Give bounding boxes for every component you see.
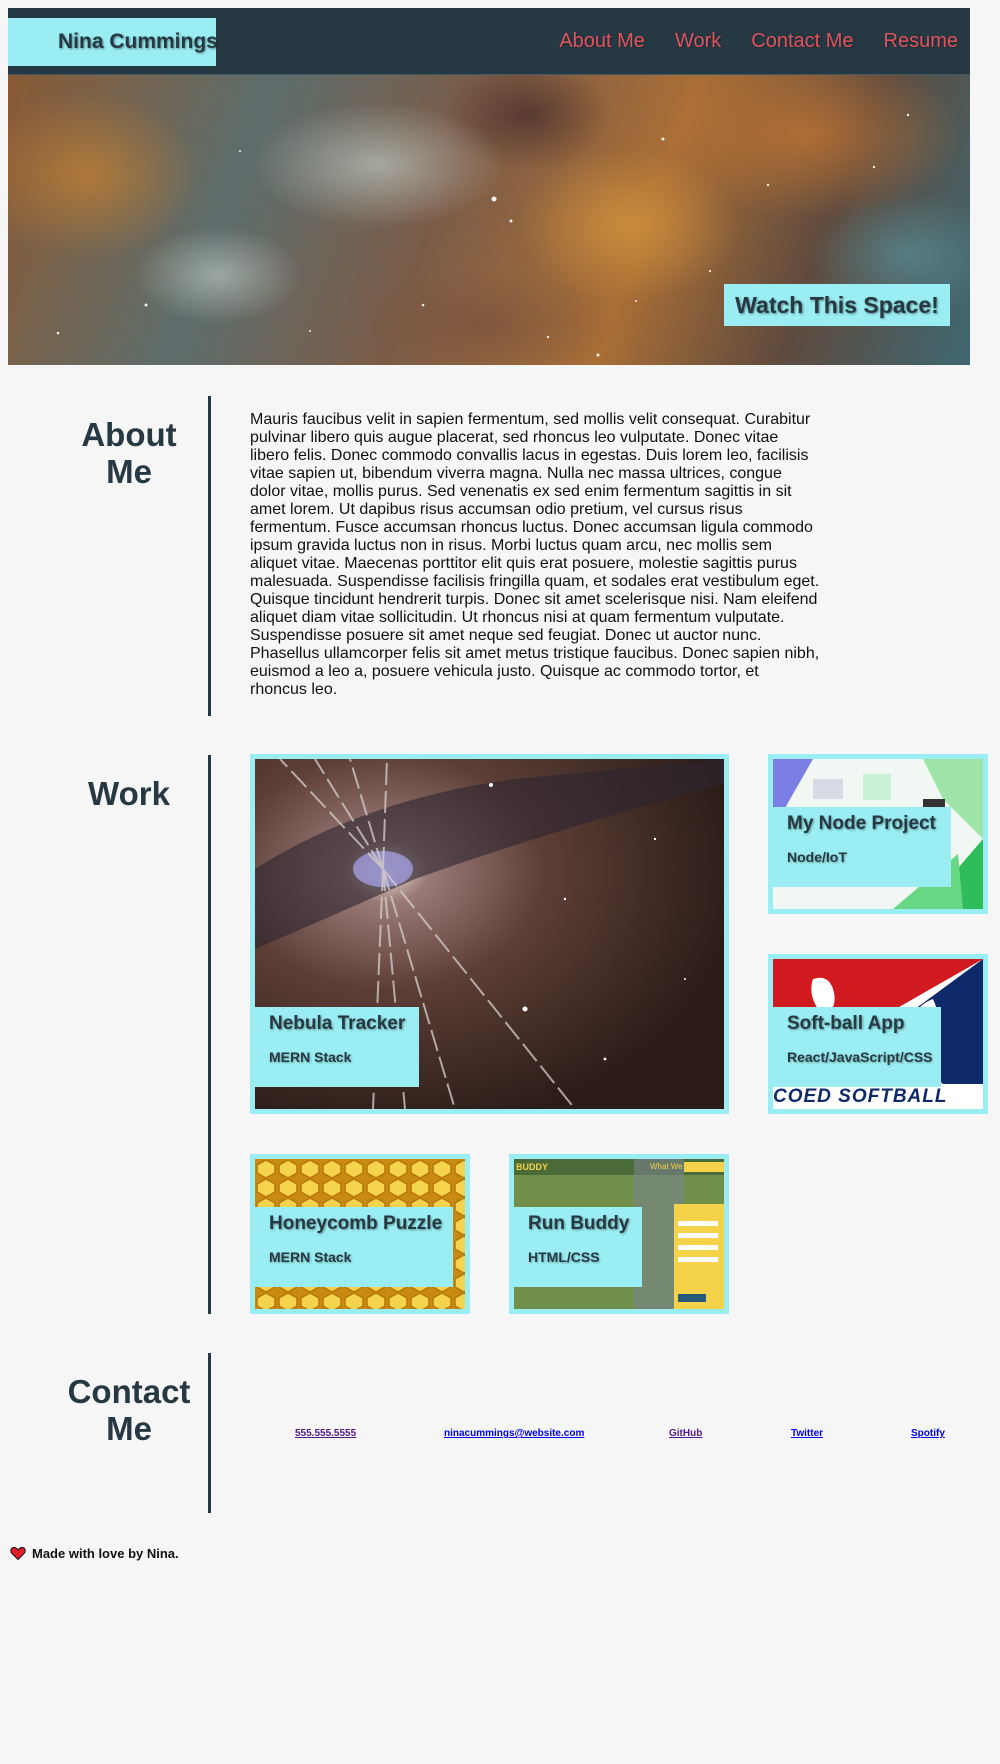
project-label: My Node Project Node/IoT [773, 807, 951, 887]
contact-divider [208, 1353, 211, 1513]
heart-icon [10, 1546, 26, 1561]
project-title: Run Buddy [528, 1213, 630, 1234]
project-title: Soft-ball App [787, 1013, 905, 1034]
project-label: Soft-ball App React/JavaScript/CSS [773, 1007, 941, 1087]
site-header: Nina Cummings About Me Work Contact Me R… [8, 8, 970, 75]
softball-banner-text: COED SOFTBALL [773, 1086, 948, 1107]
footer-text: Made with love by Nina. [32, 1545, 179, 1561]
project-title: My Node Project [787, 813, 936, 834]
contact-github-link[interactable]: GitHub [669, 1428, 702, 1439]
nav-link-resume[interactable]: Resume [884, 30, 958, 53]
project-card-honeycomb-puzzle[interactable]: Honeycomb Puzzle MERN Stack [250, 1154, 470, 1314]
project-stack: HTML/CSS [528, 1249, 600, 1265]
project-label: Run Buddy HTML/CSS [514, 1207, 642, 1287]
hero-caption: Watch This Space! [724, 284, 950, 326]
hero-banner: Watch This Space! [8, 75, 970, 365]
nav-link-about[interactable]: About Me [559, 30, 645, 53]
project-title: Nebula Tracker [269, 1013, 406, 1034]
run-buddy-nav: What We Do [650, 1162, 696, 1171]
project-stack: Node/IoT [787, 849, 847, 865]
project-label: Honeycomb Puzzle MERN Stack [255, 1207, 453, 1287]
project-card-softball-app[interactable]: COED SOFTBALL Soft-ball App React/JavaSc… [768, 954, 988, 1114]
run-buddy-brand: BUDDY [516, 1162, 549, 1172]
project-stack: MERN Stack [269, 1249, 352, 1265]
project-card-nebula-tracker[interactable]: Nebula Tracker MERN Stack [250, 754, 729, 1114]
project-stack: MERN Stack [269, 1049, 352, 1065]
project-label: Nebula Tracker MERN Stack [255, 1007, 419, 1087]
about-heading: About Me [81, 416, 177, 490]
contact-twitter-link[interactable]: Twitter [791, 1428, 823, 1439]
project-card-node-project[interactable]: My Node Project Node/IoT [768, 754, 988, 914]
main-nav: About Me Work Contact Me Resume [529, 8, 958, 75]
work-divider [208, 755, 211, 1314]
contact-spotify-link[interactable]: Spotify [911, 1428, 945, 1439]
nav-link-contact[interactable]: Contact Me [751, 30, 853, 53]
contact-heading: Contact Me [67, 1373, 191, 1447]
project-card-run-buddy[interactable]: BUDDY What We Do Run Buddy HTML/CSS [509, 1154, 729, 1314]
project-stack: React/JavaScript/CSS [787, 1049, 933, 1065]
contact-phone-link[interactable]: 555.555.5555 [295, 1428, 356, 1439]
nav-link-work[interactable]: Work [675, 30, 721, 53]
about-divider [208, 396, 211, 716]
contact-email-link[interactable]: ninacummings@website.com [444, 1428, 584, 1439]
project-title: Honeycomb Puzzle [269, 1213, 443, 1234]
site-footer: Made with love by Nina. [10, 1545, 179, 1561]
about-body: Mauris faucibus velit in sapien fermentu… [250, 411, 820, 698]
site-title[interactable]: Nina Cummings [8, 18, 218, 66]
work-heading: Work [88, 775, 170, 812]
